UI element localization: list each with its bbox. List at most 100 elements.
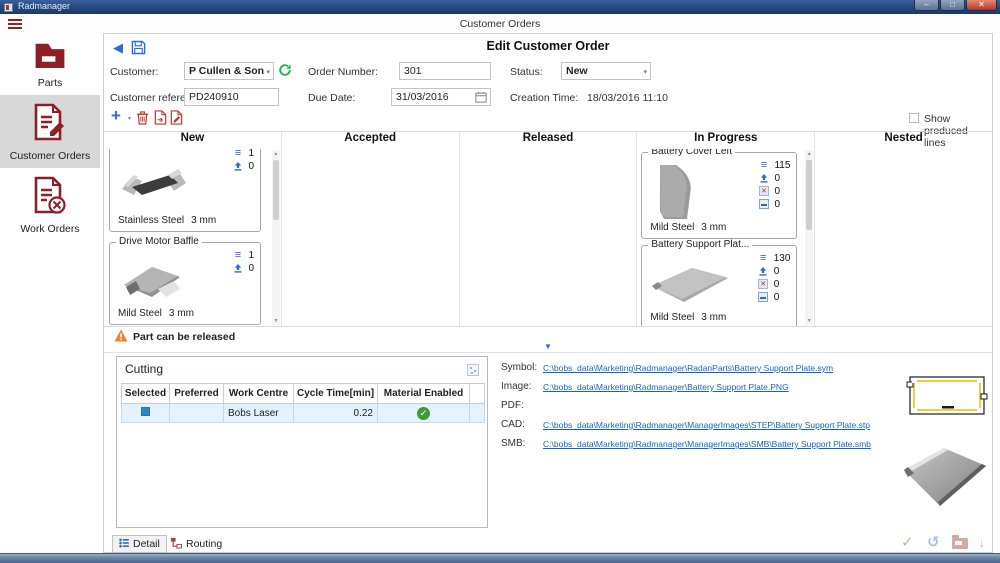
part-card[interactable]: Drive Motor Baffle ≡1 0 Mild Steel3 mm xyxy=(109,242,261,325)
work-centre-table: Selected Preferred Work Centre Cycle Tim… xyxy=(121,383,485,423)
due-date-input[interactable]: 31/03/2016 xyxy=(391,88,491,106)
order-number-input[interactable]: 301 xyxy=(399,62,491,80)
status-label: Status: xyxy=(510,66,543,78)
scroll-up-icon[interactable]: ▲ xyxy=(272,150,280,158)
scroll-down-icon[interactable]: ▼ xyxy=(805,317,813,325)
part-card-title: Battery Cover Left xyxy=(648,149,735,157)
part-thumbnail xyxy=(648,262,732,306)
order-number-value: 301 xyxy=(404,65,422,77)
produced-value: 0 xyxy=(774,266,780,277)
export-line-button[interactable] xyxy=(154,110,167,125)
application-window: Radmanager – □ ✕ Customer Orders Parts C… xyxy=(0,0,1000,563)
nested-value: 0 xyxy=(774,292,780,303)
tab-label: Detail xyxy=(133,538,160,550)
part-card[interactable]: Battery Cover Left ≡115 0 ✕0 0 Mild Stee… xyxy=(641,152,797,239)
undo-button[interactable]: ↺ xyxy=(927,535,940,551)
tab-label: Routing xyxy=(186,538,222,550)
file-link[interactable]: C:\bobs_data\Marketing\Radmanager\Manage… xyxy=(543,420,870,430)
sidebar-item-work-orders[interactable]: Work Orders xyxy=(0,168,100,241)
customer-select[interactable]: P Cullen & Son ▾ xyxy=(184,62,274,80)
column-header: New xyxy=(104,132,281,149)
folder-button[interactable] xyxy=(952,538,968,549)
produced-value: 0 xyxy=(774,173,780,184)
status-select[interactable]: New ▾ xyxy=(561,62,651,80)
chevron-down-icon: ▾ xyxy=(266,66,270,79)
column-in-progress: In Progress Battery Cover Left ≡115 0 ✕0… xyxy=(637,132,815,326)
file-label: CAD: xyxy=(501,419,525,430)
minimize-button[interactable]: – xyxy=(914,0,939,11)
rejected-value: 0 xyxy=(774,279,780,290)
part-thumbnail xyxy=(118,259,190,303)
sidebar-item-parts[interactable]: Parts xyxy=(0,33,100,95)
file-link[interactable]: C:\bobs_data\Marketing\Radmanager\RadanP… xyxy=(543,363,833,373)
refresh-customer-icon[interactable] xyxy=(278,63,292,77)
col-header-preferred: Preferred xyxy=(170,384,224,404)
delete-line-button[interactable] xyxy=(136,110,149,125)
selected-checkbox[interactable] xyxy=(141,407,150,416)
rejected-icon: ✕ xyxy=(757,186,770,196)
table-row[interactable]: Bobs Laser 0.22 ✓ xyxy=(122,404,485,423)
detail-expander-icon[interactable]: ▼ xyxy=(104,342,992,351)
tab-routing[interactable]: Routing xyxy=(164,535,228,553)
customer-value: P Cullen & Son xyxy=(189,65,264,77)
order-number-label: Order Number: xyxy=(308,66,378,78)
quantity-value: 130 xyxy=(774,253,791,264)
part-card-title: Drive Motor Baffle xyxy=(116,236,202,247)
rejected-icon: ✕ xyxy=(757,279,770,289)
produced-icon xyxy=(231,161,244,171)
sidebar-item-customer-orders[interactable]: Customer Orders xyxy=(0,95,100,168)
menu-strip: Customer Orders xyxy=(0,14,1000,33)
file-label: Image: xyxy=(501,381,532,392)
close-button[interactable]: ✕ xyxy=(966,0,997,11)
quantity-icon: ≡ xyxy=(235,249,241,261)
file-link[interactable]: C:\bobs_data\Marketing\Radmanager\Manage… xyxy=(543,439,871,449)
column-body xyxy=(815,149,992,326)
produced-icon xyxy=(231,263,244,273)
customer-label: Customer: xyxy=(110,66,158,78)
edit-line-button[interactable] xyxy=(170,110,183,125)
nested-value: 0 xyxy=(774,199,780,210)
column-scrollbar[interactable]: ▲ ▼ xyxy=(272,150,280,325)
cycle-time-cell: 0.22 xyxy=(294,404,378,423)
parts-icon xyxy=(31,55,69,72)
customer-reference-input[interactable]: PD240910 xyxy=(184,88,279,106)
produced-icon xyxy=(757,266,770,276)
confirm-button[interactable]: ✓ xyxy=(901,535,914,551)
column-nested: Nested xyxy=(815,132,992,326)
warning-icon xyxy=(114,329,128,342)
column-scrollbar[interactable]: ▲ ▼ xyxy=(805,150,813,325)
part-card-title: Battery Support Plat... xyxy=(648,239,752,250)
column-header: Nested xyxy=(815,132,992,149)
window-titlebar[interactable]: Radmanager – □ ✕ xyxy=(0,0,1000,14)
part-3d-preview xyxy=(896,440,992,516)
window-bottom-frame xyxy=(0,553,1000,563)
part-card[interactable]: Battery Support Plat... ≡130 0 ✕0 0 Mild… xyxy=(641,245,797,326)
tab-detail[interactable]: Detail xyxy=(112,535,167,553)
part-card[interactable]: Chassis Base Panel ≡1 0 Stainless Steel3… xyxy=(109,149,261,232)
add-line-button[interactable]: + xyxy=(111,107,121,124)
scroll-down-icon[interactable]: ▼ xyxy=(272,317,280,325)
preferred-cell xyxy=(170,404,224,423)
part-material: Stainless Steel3 mm xyxy=(118,215,216,226)
cutting-title: Cutting xyxy=(125,362,163,376)
calendar-icon[interactable] xyxy=(475,91,487,107)
popout-icon[interactable] xyxy=(467,364,479,376)
material-enabled-icon: ✓ xyxy=(417,407,430,420)
column-body xyxy=(282,149,459,326)
quantity-value: 1 xyxy=(248,250,254,261)
nested-icon xyxy=(757,292,770,302)
maximize-button[interactable]: □ xyxy=(940,0,965,11)
show-produced-checkbox[interactable] xyxy=(909,113,919,123)
download-button[interactable]: ↓ xyxy=(978,535,986,551)
sidebar-item-label: Work Orders xyxy=(0,223,100,235)
drawing-preview xyxy=(904,372,990,420)
scroll-up-icon[interactable]: ▲ xyxy=(805,150,813,158)
file-link[interactable]: C:\bobs_data\Marketing\Radmanager\Batter… xyxy=(543,382,789,392)
produced-value: 0 xyxy=(248,161,254,172)
col-header-selected: Selected xyxy=(122,384,170,404)
part-thumbnail xyxy=(118,161,190,209)
sidebar: Parts Customer Orders Work Orders xyxy=(0,33,100,553)
column-header: Accepted xyxy=(282,132,459,149)
window-title: Radmanager xyxy=(18,1,70,11)
add-line-dropdown-icon[interactable]: ▾ xyxy=(128,116,131,122)
